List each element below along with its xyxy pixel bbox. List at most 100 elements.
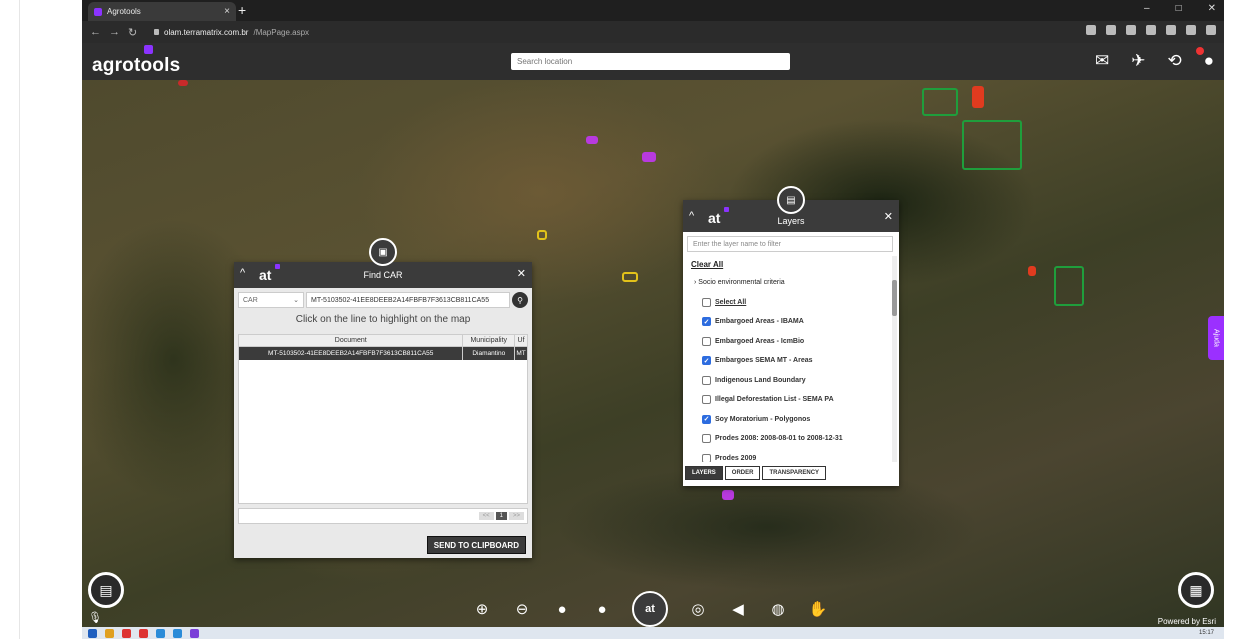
pager-next[interactable]: >> [508, 512, 524, 520]
find-car-search-row: CAR ⌄ MT-5103502-41EE8DEEB2A14FBFB7F3613C… [238, 292, 528, 308]
profile-icon[interactable] [1186, 25, 1196, 35]
menu-dots-icon[interactable] [1206, 25, 1216, 35]
layer-checkbox[interactable]: ✓ [702, 356, 711, 365]
layer-item[interactable]: ✓ Embargoes SEMA MT - Areas [702, 354, 813, 368]
layer-checkbox[interactable] [702, 453, 711, 462]
layer-item[interactable]: Indigenous Land Boundary [702, 373, 806, 387]
layer-label: Soy Moratorium - Polygonos [715, 415, 811, 423]
layer-item[interactable]: Illegal Deforestation List - SEMA PA [702, 393, 834, 407]
forward-icon[interactable]: → [109, 26, 120, 38]
announce-icon[interactable]: ◀ [728, 600, 748, 618]
layer-item[interactable]: Prodes 2009 [702, 451, 756, 462]
pager-page[interactable]: 1 [495, 512, 507, 520]
car-code-input[interactable]: MT-5103502-41EE8DEEB2A14FBFB7F3613CB811C… [306, 292, 510, 308]
at-logo-button[interactable]: at [632, 591, 668, 627]
back-icon[interactable]: ← [90, 26, 101, 38]
puzzle-icon[interactable] [1166, 25, 1176, 35]
reload-icon[interactable]: ↻ [128, 26, 137, 39]
layer-item[interactable]: ✓ Soy Moratorium - Polygonos [702, 412, 810, 426]
browser-tabbar: Agrotools × + – □ ✕ [82, 0, 1224, 21]
clear-all-link[interactable]: Clear All [691, 260, 723, 269]
column-header[interactable]: Document [239, 335, 464, 346]
app-icon[interactable] [139, 628, 148, 638]
layer-label: Prodes 2008: 2008-08-01 to 2008-12-31 [715, 435, 843, 442]
layer-checkbox[interactable]: ✓ [702, 414, 711, 424]
left-divider [19, 0, 20, 639]
start-icon[interactable] [88, 628, 97, 638]
header-icons: ✉ ✈ ⟲ ● [1095, 51, 1214, 71]
tab-layers[interactable]: LAYERS [685, 466, 723, 480]
mic-off-icon[interactable]: 🎙 [88, 611, 102, 624]
layer-item[interactable]: Select All [702, 295, 746, 309]
zoom-in-icon[interactable]: ⊕ [472, 600, 492, 618]
tab-close-icon[interactable]: × [224, 6, 230, 17]
bookmark-star-icon[interactable] [1106, 25, 1116, 35]
url-field[interactable]: olam.terramatrix.com.br/MapPage.aspx [154, 25, 309, 39]
close-icon[interactable]: ✕ [884, 210, 893, 223]
zoom-out-icon[interactable]: ⊖ [512, 600, 532, 618]
search-location-input[interactable] [511, 53, 790, 70]
tab-transparency[interactable]: TRANSPARENCY [762, 466, 827, 480]
app-icon[interactable] [173, 628, 182, 638]
car-badge-icon: ▣ [369, 238, 397, 266]
mail-icon[interactable]: ✉ [1095, 51, 1109, 71]
layers-panel: ^ at Layers ✕ Enter the layer name to fi… [683, 200, 899, 486]
minimize-button[interactable]: – [1144, 3, 1150, 14]
basemap-toggle-icon[interactable]: ▦ [1178, 572, 1214, 608]
layer-category[interactable]: › Socio environmental criteria [694, 279, 785, 286]
os-taskbar: 15:17 [82, 627, 1224, 639]
layer-scrollbar[interactable] [892, 256, 897, 462]
browser-tab[interactable]: Agrotools × [88, 2, 236, 21]
chrome-icon[interactable] [122, 628, 131, 638]
send-to-clipboard-button[interactable]: SEND TO CLIPBOARD [426, 536, 526, 554]
close-icon[interactable]: ✕ [517, 267, 526, 280]
share-page-icon[interactable] [1086, 25, 1096, 35]
tab-order[interactable]: ORDER [724, 466, 761, 480]
app-icon[interactable] [190, 628, 199, 638]
layer-label: Indigenous Land Boundary [715, 376, 806, 384]
app-icon[interactable] [156, 628, 165, 638]
help-side-tab[interactable]: Ajuda [1208, 316, 1224, 360]
layer-checkbox[interactable] [702, 375, 711, 385]
close-window-button[interactable]: ✕ [1208, 3, 1216, 14]
layer-item[interactable]: Embargoed Areas - IcmBio [702, 334, 804, 348]
minus-circle-icon[interactable]: ● [592, 601, 612, 618]
compass-icon[interactable]: ◎ [688, 600, 708, 618]
new-tab-button[interactable]: + [238, 3, 246, 17]
layers-toggle-icon[interactable]: ▤ [88, 572, 124, 608]
layer-filter-input[interactable]: Enter the layer name to filter [687, 236, 893, 252]
document-type-select[interactable]: CAR ⌄ [238, 292, 304, 308]
find-car-panel: ^ at Find CAR ✕ CAR ⌄ MT-5103502-41EE8DEE… [234, 262, 532, 558]
layer-checkbox[interactable] [702, 395, 711, 404]
table-cell: MT [516, 350, 526, 357]
pager-prev[interactable]: << [478, 512, 494, 520]
layer-checkbox[interactable] [702, 336, 711, 346]
column-header[interactable]: Municipality [463, 335, 516, 346]
files-icon[interactable] [105, 628, 114, 638]
extension-icon[interactable] [1146, 25, 1156, 35]
globe-icon[interactable]: ◍ [768, 600, 788, 618]
plus-circle-icon[interactable]: ● [552, 601, 572, 618]
hand-icon[interactable]: ✋ [808, 600, 828, 618]
lock-icon [154, 29, 159, 35]
layer-checkbox[interactable]: ✓ [702, 317, 711, 326]
layer-item[interactable]: ✓ Embargoed Areas - IBAMA [702, 315, 804, 329]
table-cell: Diamantino [463, 347, 516, 360]
layer-list: Clear All › Socio environmental criteria… [683, 256, 893, 462]
layer-checkbox[interactable] [702, 297, 711, 307]
extension-icon[interactable] [1126, 25, 1136, 35]
notification-dot [1196, 47, 1204, 55]
map-credit: Powered by Esri [1157, 617, 1216, 626]
table-row[interactable]: MT-5103502-41EE8DEEB2A14FBFB7F3613CB811C… [239, 347, 527, 360]
share-icon[interactable]: ⟲ [1167, 51, 1181, 71]
search-icon[interactable]: ⚲ [512, 292, 528, 308]
column-header[interactable]: Uf [515, 335, 527, 346]
logo-text: agrotools [92, 55, 181, 76]
user-icon[interactable]: ● [1204, 51, 1214, 71]
layer-checkbox[interactable] [702, 434, 711, 443]
satellite-icon[interactable]: ✈ [1131, 51, 1145, 71]
layer-item[interactable]: Prodes 2008: 2008-08-01 to 2008-12-31 [702, 432, 843, 446]
maximize-button[interactable]: □ [1176, 3, 1182, 14]
address-bar: ← → ↻ olam.terramatrix.com.br/MapPage.as… [82, 21, 1224, 43]
layer-tabs: LAYERS ORDER TRANSPARENCY [685, 466, 827, 480]
